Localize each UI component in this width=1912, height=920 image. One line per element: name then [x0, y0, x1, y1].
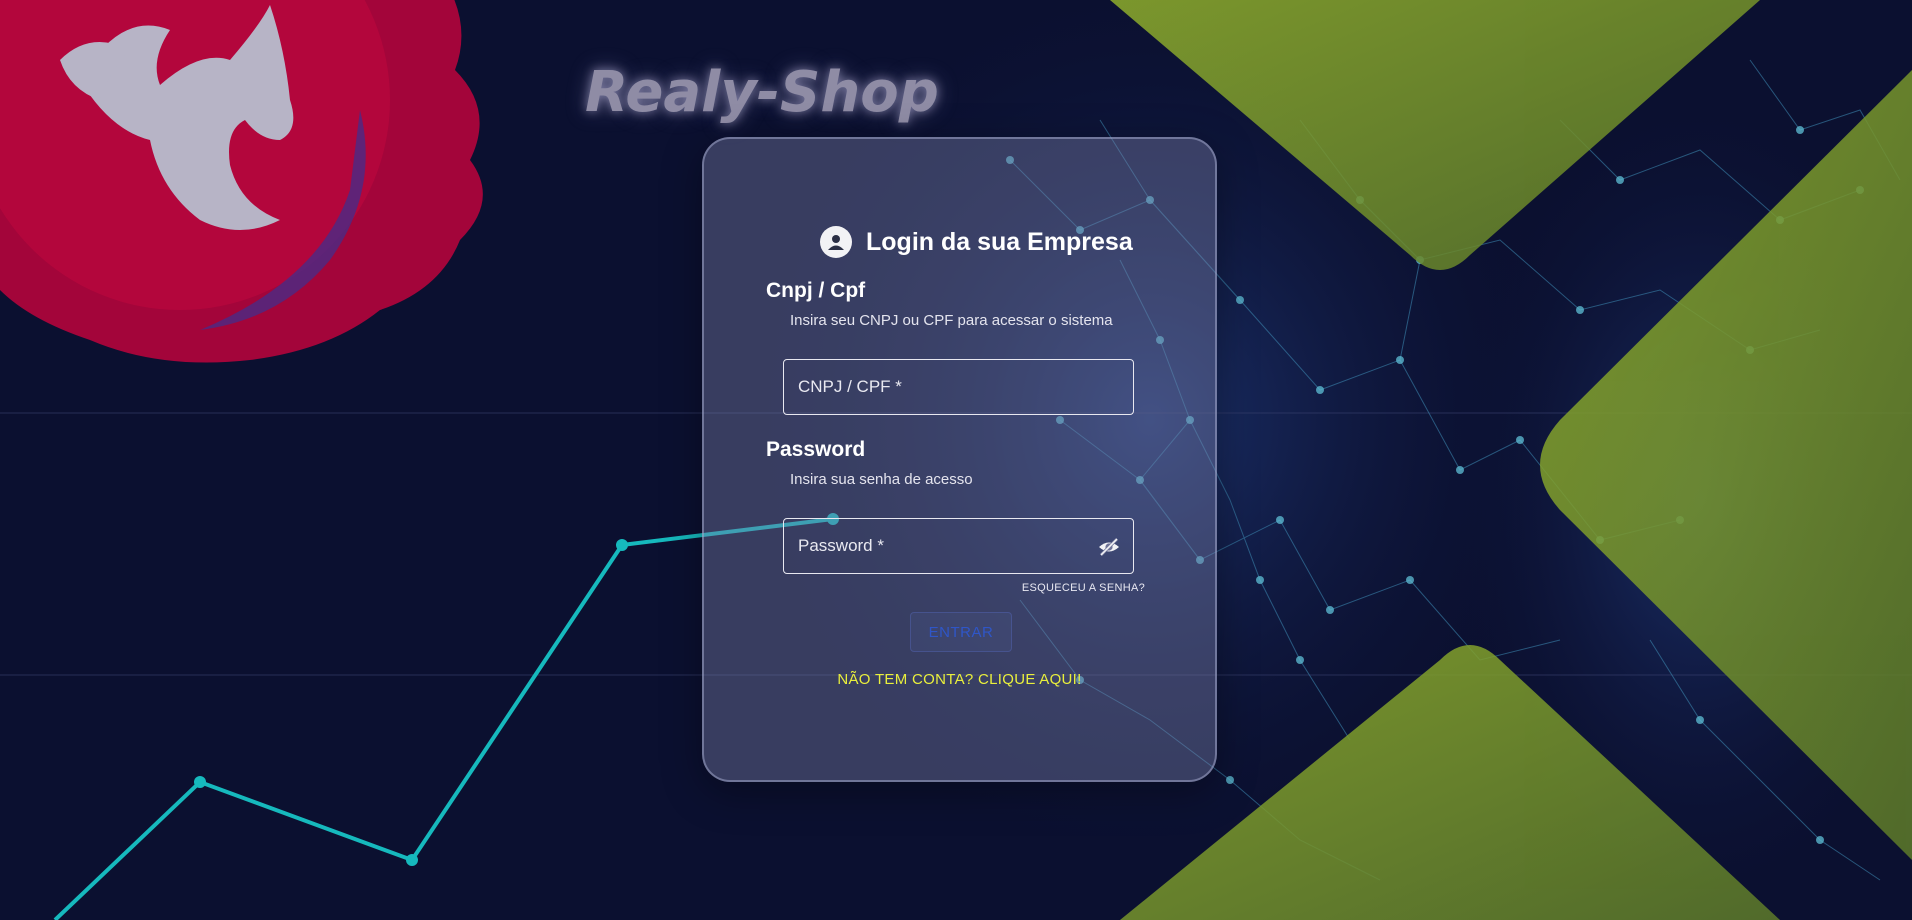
login-title: Login da sua Empresa: [866, 227, 1133, 256]
password-field[interactable]: Password *: [783, 518, 1134, 574]
password-section-title: Password: [766, 438, 866, 461]
login-header: Login da sua Empresa: [820, 225, 1133, 259]
brand-title: Realy-Shop: [585, 60, 939, 125]
cnpj-cpf-field-label: CNPJ / CPF *: [798, 377, 902, 396]
account-circle-icon: [820, 226, 852, 258]
password-field-label: Password *: [798, 536, 884, 555]
enter-button[interactable]: ENTRAR: [910, 612, 1012, 652]
cnpj-section-title: Cnpj / Cpf: [766, 279, 866, 302]
forgot-password-link[interactable]: ESQUECEU A SENHA?: [1022, 582, 1145, 594]
password-section-subtitle: Insira sua senha de acesso: [790, 471, 973, 488]
cnpj-section-subtitle: Insira seu CNPJ ou CPF para acessar o si…: [790, 312, 1113, 329]
cnpj-cpf-field[interactable]: CNPJ / CPF *: [783, 359, 1134, 415]
eye-off-icon[interactable]: [1093, 531, 1125, 563]
login-card: Login da sua Empresa Cnpj / Cpf Insira s…: [702, 137, 1217, 782]
signup-link[interactable]: NÃO TEM CONTA? CLIQUE AQUI!: [704, 671, 1215, 688]
